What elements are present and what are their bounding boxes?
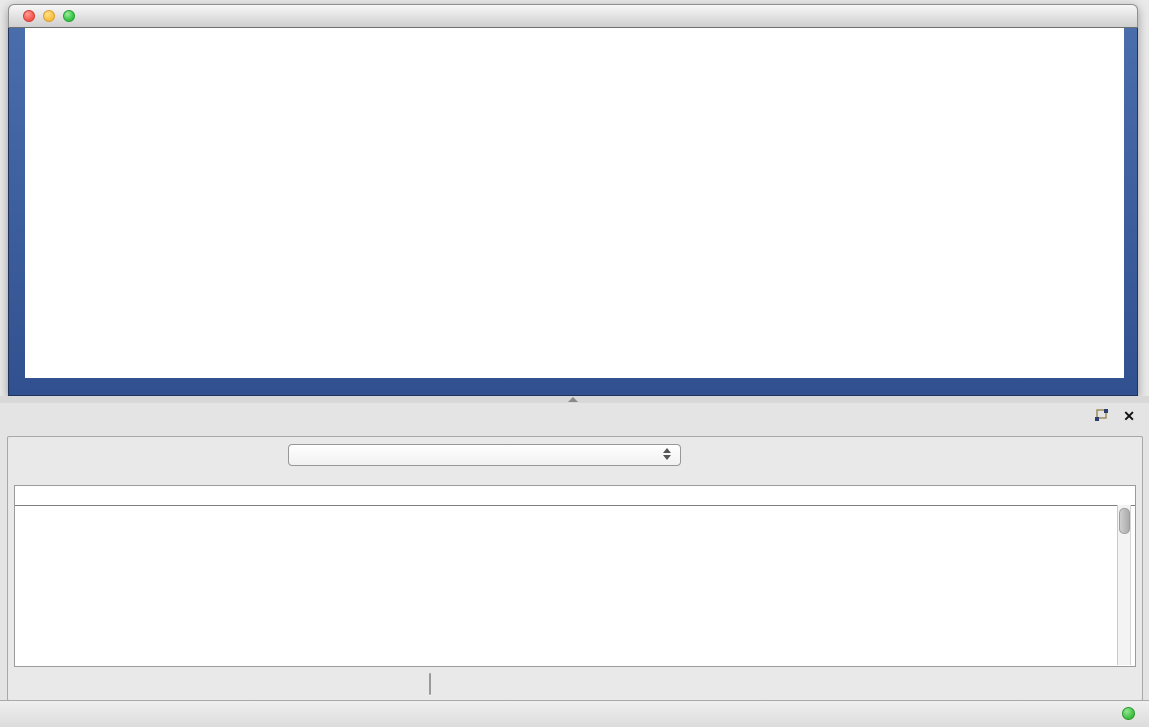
table-panel-header: ✕ [0, 403, 1149, 433]
vertical-scrollbar[interactable] [1117, 505, 1131, 665]
network-view-window [8, 4, 1138, 396]
memory-ok-icon[interactable] [1122, 707, 1135, 720]
table-type-tabs [429, 673, 431, 695]
zoom-window-icon[interactable] [63, 10, 75, 22]
minimize-window-icon[interactable] [43, 10, 55, 22]
panel-splitter[interactable] [0, 396, 1149, 403]
network-graph[interactable] [25, 28, 1124, 378]
traffic-lights [23, 10, 75, 22]
window-titlebar[interactable] [8, 4, 1138, 28]
status-bar [0, 700, 1149, 727]
table-panel: ✕ [0, 403, 1149, 700]
scrollbar-thumb[interactable] [1119, 508, 1130, 534]
table-header-row [15, 486, 1135, 506]
dropdown-arrows-icon [663, 448, 671, 460]
table-selector-dropdown[interactable] [288, 444, 681, 466]
table-browser [7, 436, 1143, 701]
close-window-icon[interactable] [23, 10, 35, 22]
close-panel-icon[interactable]: ✕ [1123, 409, 1135, 423]
node-table [14, 485, 1136, 667]
float-panel-icon[interactable] [1093, 409, 1109, 423]
splitter-grip-icon[interactable] [568, 397, 578, 402]
memory-status [1115, 707, 1135, 720]
network-canvas[interactable] [25, 28, 1124, 378]
desktop: { "graph_window": { "title": "citations_… [0, 0, 1149, 727]
